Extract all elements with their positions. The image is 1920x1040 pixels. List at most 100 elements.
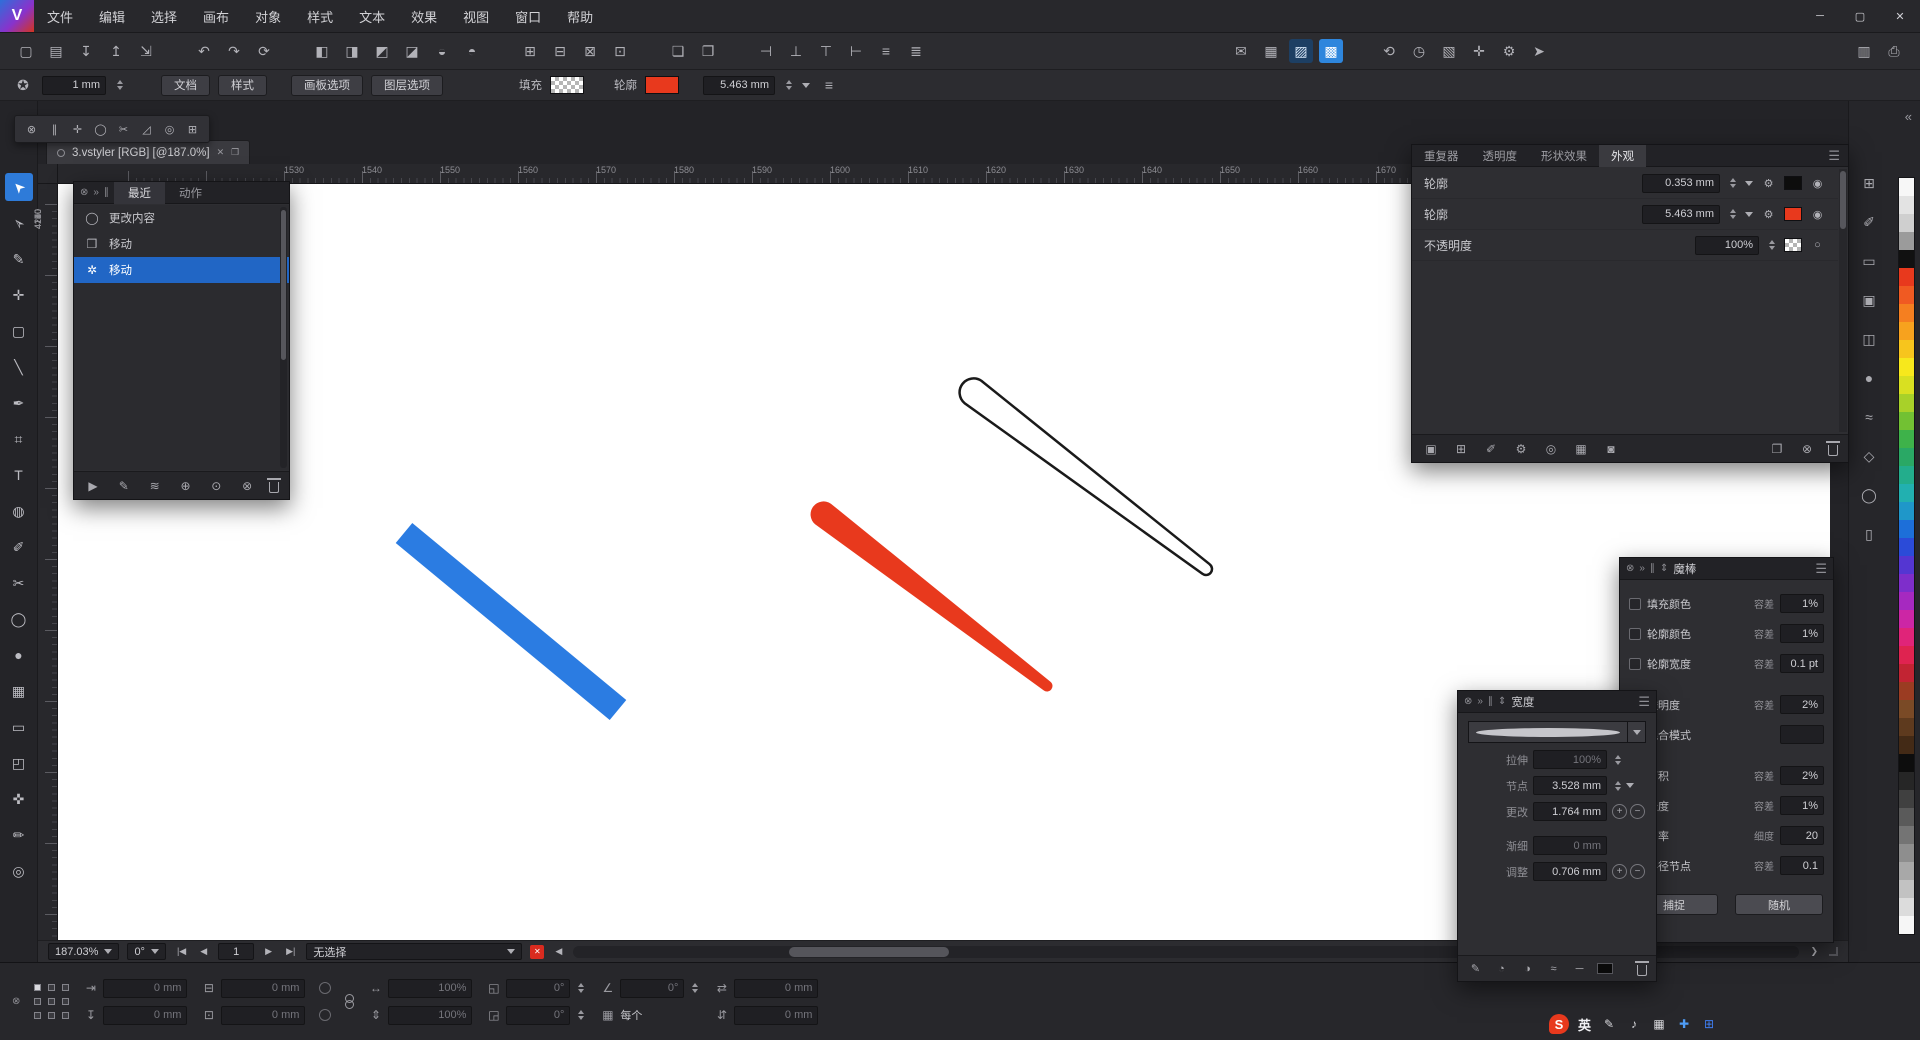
page-number-input[interactable]: 1 [218, 943, 254, 960]
offset-x-input[interactable]: 0 mm [734, 979, 818, 998]
node-tool[interactable]: ✎ [5, 245, 33, 273]
stroke-width-value-input[interactable]: 0.353 mm [1642, 174, 1720, 193]
panels-frames-icon[interactable]: ◫ [1857, 327, 1881, 351]
value-stepper[interactable] [1727, 209, 1738, 219]
stroke-color-swatch[interactable] [1784, 176, 1802, 190]
ime-keyboard-icon[interactable]: ▦ [1650, 1015, 1668, 1033]
ellipse-tool[interactable]: ◯ [5, 605, 33, 633]
add-icon[interactable]: ⊕ [176, 477, 194, 495]
guides-button[interactable]: ▥ [1852, 39, 1876, 63]
ime-pen-icon[interactable]: ✎ [1600, 1015, 1618, 1033]
palette-swatch[interactable] [1899, 880, 1914, 898]
palette-swatch[interactable] [1899, 790, 1914, 808]
palette-swatch[interactable] [1899, 898, 1914, 916]
palette-swatch[interactable] [1899, 466, 1914, 484]
transform-tool[interactable]: ✛ [5, 281, 33, 309]
place-button[interactable]: ⇲ [134, 39, 158, 63]
offset-y-input[interactable]: 0 mm [734, 1006, 818, 1025]
maximize-button[interactable]: ▢ [1840, 0, 1880, 32]
next-page-button[interactable]: ▶ [262, 946, 275, 957]
palette-swatch[interactable] [1899, 754, 1914, 772]
line-tool[interactable]: ╲ [5, 353, 33, 381]
scale-x-input[interactable]: 100% [388, 979, 472, 998]
shear-tool-icon[interactable]: ◿ [138, 121, 155, 138]
remove-icon[interactable]: ⊗ [1798, 440, 1816, 458]
comment-button[interactable]: ✉ [1229, 39, 1253, 63]
increase-button[interactable]: + [1612, 804, 1627, 819]
target-icon[interactable]: ◎ [1542, 440, 1560, 458]
stretch-input[interactable]: 100% [1533, 750, 1607, 769]
ime-apps-icon[interactable]: ⊞ [1700, 1015, 1718, 1033]
print-button[interactable]: ⎙ [1882, 39, 1906, 63]
tolerance-input[interactable]: 2% [1780, 695, 1824, 714]
rotation-input[interactable]: 0° [506, 979, 570, 998]
stroke-color-swatch[interactable] [1784, 207, 1802, 221]
undo-button[interactable]: ↶ [192, 39, 216, 63]
panel-close-icon[interactable]: ⊗ [1626, 563, 1634, 574]
brush-tool[interactable]: ✐ [5, 533, 33, 561]
tolerance-input[interactable] [1780, 725, 1824, 744]
palette-swatch[interactable] [1899, 412, 1914, 430]
stroke-width-value-input[interactable]: 5.463 mm [1642, 205, 1720, 224]
path-add-button[interactable]: ⊞ [518, 39, 542, 63]
tolerance-input[interactable]: 1% [1780, 594, 1824, 613]
slice-button[interactable]: ▧ [1437, 39, 1461, 63]
delete-icon[interactable] [1828, 445, 1838, 456]
panel-close-icon[interactable]: ⊗ [1464, 696, 1472, 707]
skew-input[interactable]: 0° [620, 979, 684, 998]
menubar-item[interactable]: 编辑 [86, 0, 138, 32]
palette-swatch[interactable] [1899, 232, 1914, 250]
corner-tool[interactable]: ◰ [5, 749, 33, 777]
shape-outline-button[interactable]: ◓ [460, 39, 484, 63]
red-tapered-stroke-shape[interactable] [811, 501, 1053, 691]
zoom-tool[interactable]: ◎ [5, 857, 33, 885]
decrease-button[interactable]: − [1630, 804, 1645, 819]
cancel-icon[interactable]: ⊗ [238, 477, 256, 495]
gear-icon[interactable]: ⚙ [1760, 175, 1777, 192]
tolerance-input[interactable]: 0.1 pt [1780, 654, 1824, 673]
rotate-view-button[interactable]: ⟲ [1377, 39, 1401, 63]
opacity-value-input[interactable]: 100% [1695, 236, 1759, 255]
grid-add-icon[interactable]: ▦ [1572, 440, 1590, 458]
pointer-mode-button[interactable]: ➤ [1527, 39, 1551, 63]
last-page-button[interactable]: ▶| [283, 946, 298, 957]
x-position-input[interactable]: 0 mm [103, 979, 187, 998]
confirm-icon[interactable]: ⊙ [207, 477, 225, 495]
path-cross-button[interactable]: ⊠ [578, 39, 602, 63]
sogou-logo[interactable]: S [1549, 1014, 1569, 1034]
grid-mode-icon[interactable]: ⊞ [184, 121, 201, 138]
distribute-horizontal-button[interactable]: ≡ [874, 39, 898, 63]
mesh-tool[interactable]: ⌗ [5, 425, 33, 453]
taper-input[interactable]: 0 mm [1533, 836, 1607, 855]
duplicate-icon[interactable]: ❐ [1768, 440, 1786, 458]
gear-icon[interactable]: ⚙ [1760, 206, 1777, 223]
ellipse-mode-icon[interactable]: ◯ [92, 121, 109, 138]
knife-tool[interactable]: ✂ [5, 569, 33, 597]
panels-circle-icon[interactable]: ◯ [1857, 483, 1881, 507]
grid-view-button[interactable]: ▦ [1259, 39, 1283, 63]
dropdown-caret[interactable] [1745, 212, 1753, 217]
cut-tool-icon[interactable]: ✂ [115, 121, 132, 138]
open-document-button[interactable]: ▤ [44, 39, 68, 63]
first-page-button[interactable]: |◀ [174, 946, 189, 957]
stroke-options-icon[interactable]: ≡ [818, 74, 840, 96]
node-dropdown-caret[interactable] [1626, 783, 1634, 788]
panel-chevrons-icon[interactable]: » [1477, 696, 1483, 707]
palette-swatch[interactable] [1899, 772, 1914, 790]
sphere-tool[interactable]: ◍ [5, 497, 33, 525]
y-position-input[interactable]: 0 mm [103, 1006, 187, 1025]
palette-swatch[interactable] [1899, 862, 1914, 880]
align-top-button[interactable]: ⊤ [814, 39, 838, 63]
palette-swatch[interactable] [1899, 808, 1914, 826]
import-button[interactable]: ↧ [74, 39, 98, 63]
ime-language-indicator[interactable]: 英 [1578, 1015, 1591, 1034]
scrollbar-thumb[interactable] [1840, 171, 1846, 229]
menubar-item[interactable]: 对象 [242, 0, 294, 32]
tolerance-input[interactable]: 20 [1780, 826, 1824, 845]
node-mode-icon[interactable]: ◔ [1493, 960, 1510, 977]
rotation-stepper[interactable] [575, 1010, 586, 1020]
link-dimensions-icon[interactable] [345, 994, 354, 1009]
gear-icon[interactable]: ⚙ [1512, 440, 1530, 458]
palette-swatch[interactable] [1899, 538, 1914, 556]
tab-float-icon[interactable]: ❐ [231, 147, 239, 158]
